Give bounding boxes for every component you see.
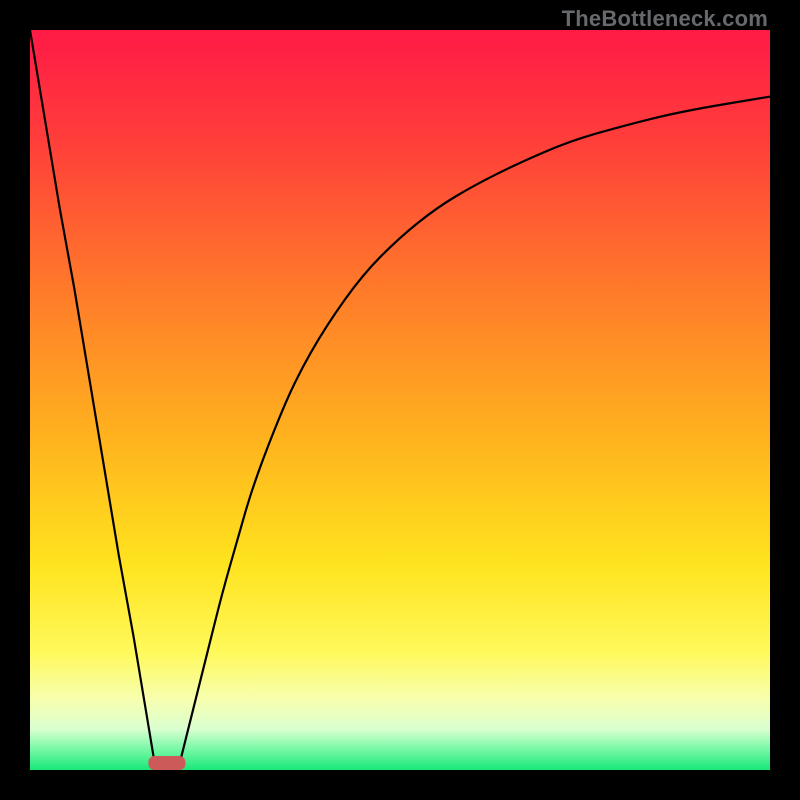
gradient-background [30,30,770,770]
chart-frame: TheBottleneck.com [0,0,800,800]
watermark-text: TheBottleneck.com [562,6,768,32]
chart-svg [30,30,770,770]
chart-plot-area [30,30,770,770]
optimal-marker [148,756,185,770]
